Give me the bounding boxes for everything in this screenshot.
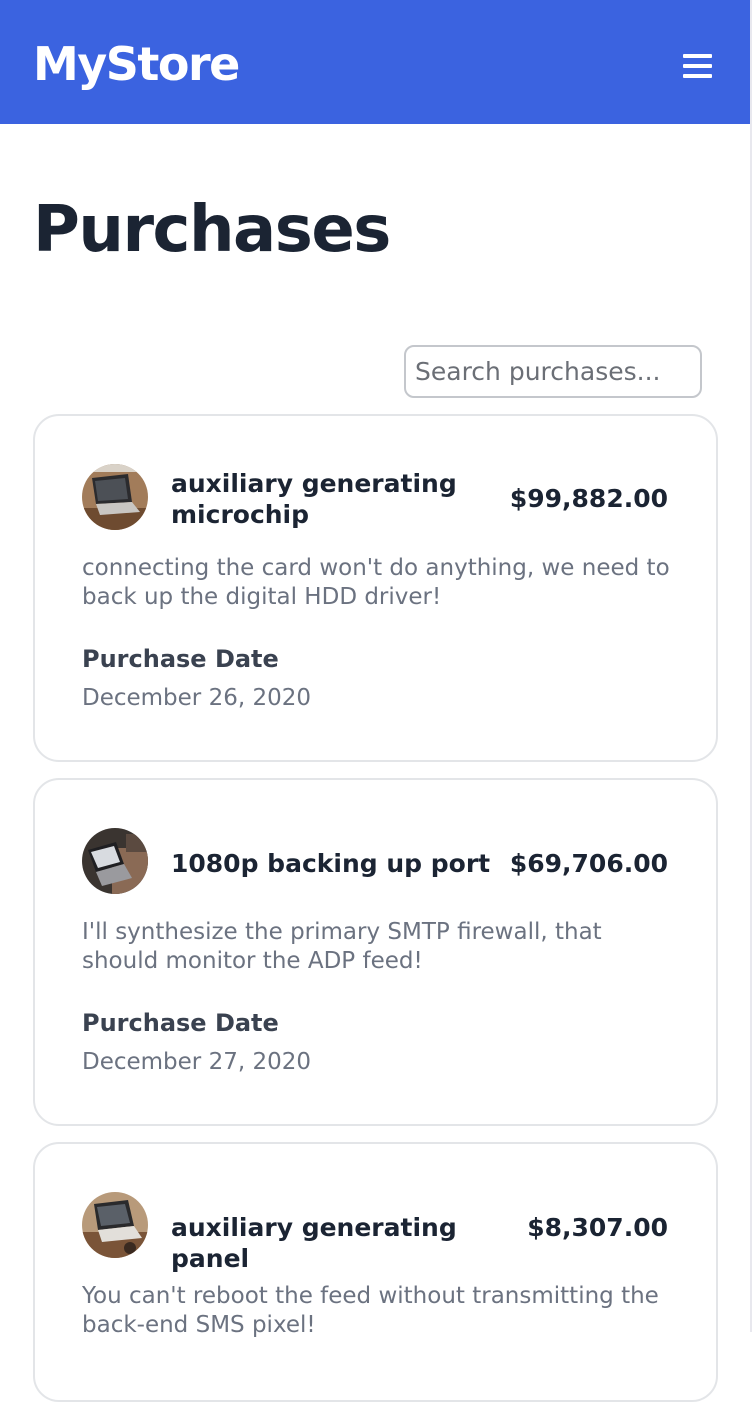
product-image (82, 464, 148, 530)
product-price: $8,307.00 (527, 1213, 668, 1242)
purchase-date-value: December 27, 2020 (82, 1049, 312, 1075)
purchase-card[interactable]: 1080p backing up port $69,706.00 I'll sy… (33, 778, 718, 1126)
brand-logo[interactable]: MyStore (33, 34, 240, 94)
purchase-card[interactable]: auxiliary generating microchip $99,882.0… (33, 414, 718, 762)
hamburger-menu-icon[interactable] (670, 46, 724, 86)
laptop-photo-icon (82, 464, 148, 530)
product-description: I'll synthesize the primary SMTP firewal… (82, 919, 602, 974)
product-description: You can't reboot the feed without transm… (82, 1283, 659, 1338)
product-name[interactable]: 1080p backing up port (171, 848, 491, 879)
top-navbar: MyStore (0, 0, 750, 124)
product-name[interactable]: auxiliary generating microchip (171, 468, 471, 530)
purchase-date-label: Purchase Date (82, 1009, 279, 1037)
menu-bar (682, 54, 712, 58)
purchase-card[interactable]: auxiliary generating panel $8,307.00 You… (33, 1142, 718, 1402)
product-image (82, 828, 148, 894)
laptop-photo-icon (82, 828, 148, 894)
menu-bar (682, 74, 712, 78)
laptop-photo-icon (82, 1192, 148, 1258)
product-price: $99,882.00 (509, 484, 668, 513)
product-image (82, 1192, 148, 1258)
purchase-date-label: Purchase Date (82, 645, 279, 673)
product-description: connecting the card won't do anything, w… (82, 555, 670, 610)
product-name[interactable]: auxiliary generating panel (171, 1212, 521, 1274)
purchase-date-value: December 26, 2020 (82, 685, 312, 711)
search-input[interactable] (404, 345, 702, 398)
product-price: $69,706.00 (509, 849, 668, 878)
page-title: Purchases (33, 193, 391, 267)
menu-bar (682, 64, 712, 68)
